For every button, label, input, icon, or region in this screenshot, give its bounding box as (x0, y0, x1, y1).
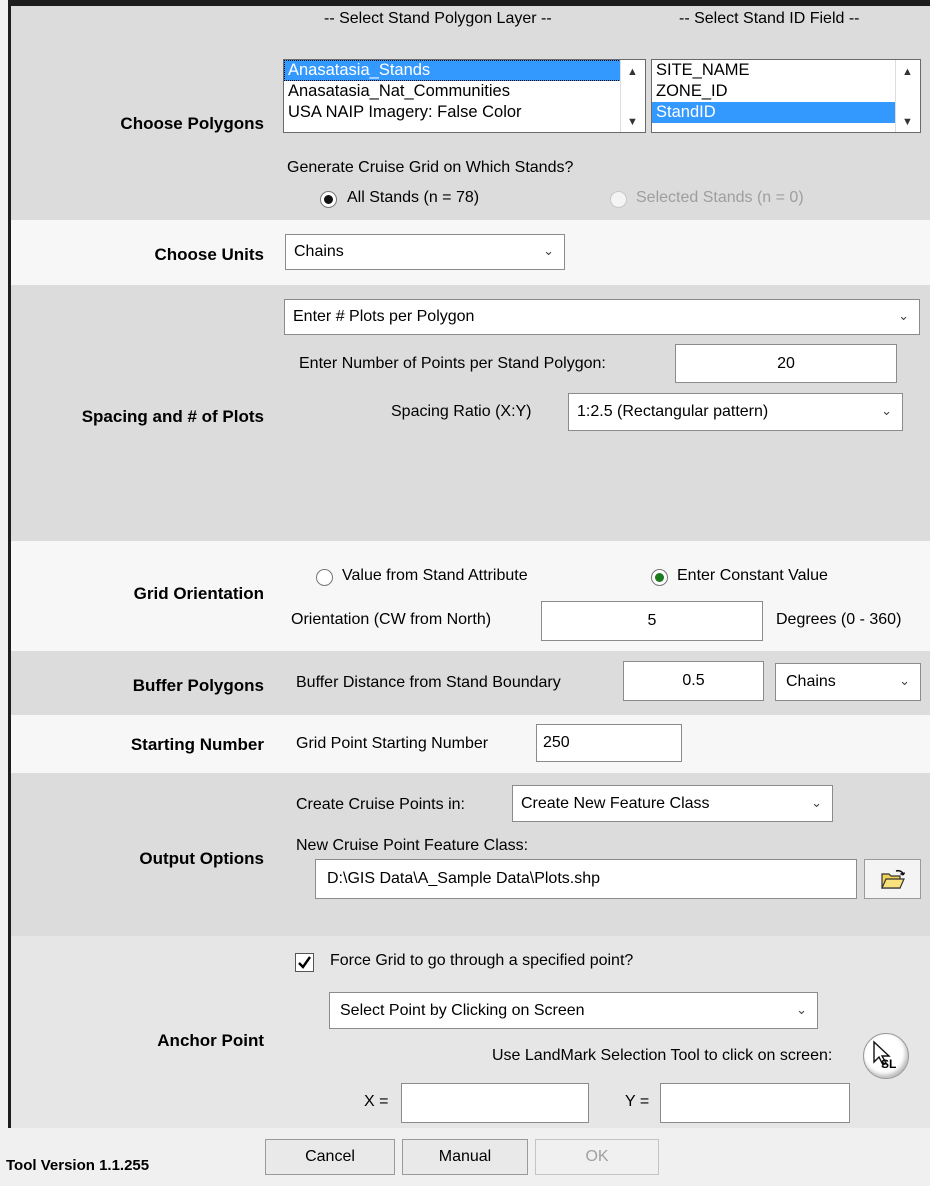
ok-button[interactable]: OK (535, 1139, 659, 1175)
list-item[interactable]: Anasatasia_Nat_Communities (284, 81, 645, 102)
section-label-spacing: Spacing and # of Plots (81, 407, 264, 426)
buffer-value: 0.5 (682, 672, 705, 689)
scroll-down-icon[interactable]: ▼ (902, 116, 913, 128)
all-stands-label: All Stands (n = 78) (347, 189, 480, 206)
buffer-label: Buffer Distance from Stand Boundary (296, 674, 561, 691)
units-value: Chains (294, 243, 344, 260)
section-spacing: Spacing and # of Plots Enter # Plots per… (11, 285, 930, 541)
manual-label: Manual (438, 1148, 492, 1165)
create-points-value: Create New Feature Class (521, 794, 710, 812)
attribute-radio-label: Value from Stand Attribute (342, 567, 528, 584)
section-label-choose-units: Choose Units (154, 245, 264, 264)
scroll-up-icon[interactable]: ▲ (902, 66, 913, 78)
y-label: Y = (625, 1093, 650, 1110)
open-folder-icon (881, 869, 906, 889)
section-grid-orientation: Grid Orientation Value from Stand Attrib… (11, 541, 930, 651)
class-label: New Cruise Point Feature Class: (296, 837, 529, 854)
constant-radio[interactable] (651, 569, 668, 586)
checkmark-icon (298, 956, 311, 969)
list-item[interactable]: StandID (652, 102, 896, 123)
force-grid-checkbox[interactable] (295, 953, 314, 972)
buffer-units-value: Chains (786, 673, 836, 690)
section-label-anchor: Anchor Point (157, 1031, 264, 1050)
section-starting-number: Starting Number Grid Point Starting Numb… (11, 715, 930, 773)
orientation-input[interactable]: 5 (541, 601, 763, 641)
spacing-method-select[interactable]: Enter # Plots per Polygon ⌄ (284, 299, 920, 335)
cancel-button[interactable]: Cancel (265, 1139, 395, 1175)
buffer-units-select[interactable]: Chains ⌄ (775, 663, 921, 701)
section-choose-polygons: Choose Polygons -- Select Stand Polygon … (11, 6, 930, 220)
x-input[interactable] (401, 1083, 589, 1123)
section-anchor: Anchor Point Force Grid to go through a … (11, 936, 930, 1128)
footer: Tool Version 1.1.255 Cancel Manual OK (0, 1128, 930, 1186)
section-choose-units: Choose Units Chains ⌄ (11, 220, 930, 285)
list-item[interactable]: Anasatasia_Stands (284, 60, 645, 81)
list-item[interactable]: ZONE_ID (652, 81, 920, 102)
scroll-up-icon[interactable]: ▲ (627, 66, 638, 78)
force-grid-label: Force Grid to go through a specified poi… (330, 952, 634, 969)
selected-stands-label: Selected Stands (n = 0) (636, 189, 804, 206)
attribute-radio[interactable] (316, 569, 333, 586)
chevron-down-icon: ⌄ (811, 794, 822, 810)
tool-label: Use LandMark Selection Tool to click on … (492, 1047, 833, 1064)
field-list-header: -- Select Stand ID Field -- (679, 10, 860, 27)
section-label-orientation: Grid Orientation (133, 584, 264, 603)
cancel-label: Cancel (305, 1148, 355, 1165)
orientation-value: 5 (647, 612, 657, 629)
tool-icon-text: SL (881, 1057, 897, 1071)
section-label-output: Output Options (139, 849, 264, 868)
anchor-method-select[interactable]: Select Point by Clicking on Screen ⌄ (329, 992, 818, 1029)
list-item[interactable]: USA NAIP Imagery: False Color (284, 102, 645, 123)
start-label: Grid Point Starting Number (296, 735, 489, 752)
points-label: Enter Number of Points per Stand Polygon… (299, 355, 606, 372)
buffer-input[interactable]: 0.5 (623, 661, 764, 701)
create-label: Create Cruise Points in: (296, 796, 465, 813)
section-label-buffer: Buffer Polygons (132, 676, 264, 695)
field-listbox[interactable]: SITE_NAME ZONE_ID StandID ▲ ▼ (651, 59, 921, 133)
browse-folder-button[interactable] (864, 859, 921, 899)
create-points-select[interactable]: Create New Feature Class ⌄ (512, 785, 833, 822)
chevron-down-icon: ⌄ (881, 403, 892, 419)
orientation-units: Degrees (0 - 360) (776, 611, 902, 628)
constant-radio-label: Enter Constant Value (677, 567, 828, 584)
ratio-label: Spacing Ratio (X:Y) (391, 403, 532, 420)
selected-stands-radio[interactable] (610, 191, 627, 208)
anchor-method-value: Select Point by Clicking on Screen (340, 1001, 585, 1019)
spacing-method-value: Enter # Plots per Polygon (293, 308, 475, 325)
section-label-choose-polygons: Choose Polygons (120, 114, 264, 133)
orientation-label: Orientation (CW from North) (291, 611, 492, 628)
cursor-icon (873, 1040, 891, 1067)
points-input[interactable]: 20 (675, 344, 897, 383)
feature-class-path-input[interactable]: D:\GIS Data\A_Sample Data\Plots.shp (315, 859, 857, 899)
scroll-down-icon[interactable]: ▼ (627, 116, 638, 128)
ratio-value: 1:2.5 (Rectangular pattern) (577, 403, 769, 420)
y-input[interactable] (660, 1083, 850, 1123)
list-item[interactable]: SITE_NAME (652, 60, 920, 81)
section-label-starting-number: Starting Number (130, 735, 264, 754)
start-value: 250 (543, 734, 570, 751)
generate-question: Generate Cruise Grid on Which Stands? (287, 159, 574, 176)
landmark-selection-tool-button[interactable]: SL (863, 1033, 909, 1079)
section-buffer: Buffer Polygons Buffer Distance from Sta… (11, 651, 930, 715)
points-value: 20 (777, 354, 795, 372)
ok-label: OK (585, 1148, 609, 1165)
chevron-down-icon: ⌄ (796, 1001, 807, 1017)
chevron-down-icon: ⌄ (543, 243, 554, 259)
field-list-scrollbar[interactable]: ▲ ▼ (895, 60, 920, 132)
layer-list-scrollbar[interactable]: ▲ ▼ (620, 60, 645, 132)
ratio-select[interactable]: 1:2.5 (Rectangular pattern) ⌄ (568, 393, 903, 431)
all-stands-radio[interactable] (320, 191, 337, 208)
chevron-down-icon: ⌄ (899, 673, 910, 689)
x-label: X = (364, 1093, 389, 1110)
section-output: Output Options Create Cruise Points in: … (11, 773, 930, 936)
chevron-down-icon: ⌄ (898, 308, 909, 324)
feature-class-path: D:\GIS Data\A_Sample Data\Plots.shp (327, 870, 601, 887)
layer-listbox[interactable]: Anasatasia_Stands Anasatasia_Nat_Communi… (283, 59, 646, 133)
tool-version: Tool Version 1.1.255 (6, 1157, 150, 1174)
units-select[interactable]: Chains ⌄ (285, 234, 565, 270)
manual-button[interactable]: Manual (402, 1139, 528, 1175)
start-input[interactable]: 250 (536, 724, 682, 762)
layer-list-header: -- Select Stand Polygon Layer -- (324, 10, 552, 27)
